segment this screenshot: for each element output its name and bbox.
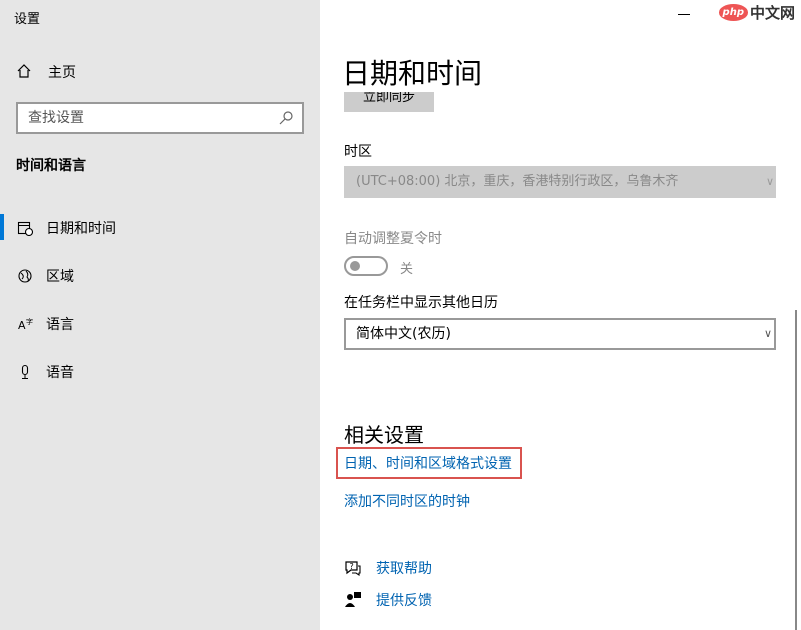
chevron-down-icon: ∨ — [765, 175, 774, 188]
sync-now-button[interactable]: 立即同步 — [344, 92, 434, 112]
search-input[interactable] — [18, 104, 258, 132]
dst-toggle[interactable] — [344, 256, 388, 276]
main-content: php 中文网 日期和时间 立即同步 时区 (UTC+08:00) 北京，重庆，… — [320, 0, 801, 630]
chevron-down-icon: ∨ — [763, 327, 772, 340]
timezone-value: (UTC+08:00) 北京，重庆，香港特别行政区，乌鲁木齐 — [356, 174, 679, 189]
app-title: 设置 — [14, 12, 41, 27]
sidebar-item-language[interactable]: A字 语言 — [0, 300, 320, 348]
page-title: 日期和时间 — [342, 57, 483, 90]
sidebar-item-label: 日期和时间 — [46, 221, 116, 237]
section-title: 时间和语言 — [16, 158, 86, 174]
language-icon: A字 — [16, 315, 34, 333]
get-help-link[interactable]: ? 获取帮助 — [344, 558, 432, 578]
related-settings-title: 相关设置 — [344, 423, 424, 447]
dst-label: 自动调整夏令时 — [344, 231, 442, 247]
calendar-value: 简体中文(农历) — [356, 326, 451, 342]
minimize-button[interactable] — [678, 6, 692, 20]
sidebar-item-label: 语音 — [46, 365, 74, 381]
feedback-label: 提供反馈 — [376, 593, 432, 609]
search-box[interactable] — [16, 102, 304, 134]
date-time-region-format-link[interactable]: 日期、时间和区域格式设置 — [344, 453, 512, 473]
sidebar-item-speech[interactable]: 语音 — [0, 348, 320, 396]
add-clocks-link[interactable]: 添加不同时区的时钟 — [344, 491, 470, 511]
sidebar-item-label: 区域 — [46, 269, 74, 285]
globe-icon — [16, 267, 34, 285]
sidebar-item-region[interactable]: 区域 — [0, 252, 320, 300]
home-icon — [16, 63, 34, 81]
svg-text:?: ? — [350, 562, 354, 571]
calendar-label: 在任务栏中显示其他日历 — [344, 295, 498, 311]
svg-text:A: A — [18, 319, 26, 332]
scrollbar[interactable] — [795, 310, 797, 630]
watermark: php 中文网 — [718, 2, 795, 23]
php-badge: php — [718, 4, 748, 21]
search-icon[interactable] — [278, 110, 294, 126]
microphone-icon — [16, 363, 34, 381]
get-help-label: 获取帮助 — [376, 561, 432, 577]
watermark-text: 中文网 — [749, 4, 795, 22]
home-nav-item[interactable]: 主页 — [16, 62, 76, 82]
timezone-select[interactable]: (UTC+08:00) 北京，重庆，香港特别行政区，乌鲁木齐 ∨ — [344, 166, 776, 198]
help-chat-icon: ? — [344, 559, 362, 577]
calendar-clock-icon — [16, 219, 34, 237]
timezone-label: 时区 — [344, 144, 372, 160]
dst-toggle-state: 关 — [400, 262, 414, 277]
home-label: 主页 — [48, 65, 76, 81]
feedback-link[interactable]: 提供反馈 — [344, 590, 432, 610]
svg-text:字: 字 — [26, 317, 33, 326]
sidebar-item-date-time[interactable]: 日期和时间 — [0, 204, 320, 252]
calendar-select[interactable]: 简体中文(农历) ∨ — [344, 318, 776, 350]
feedback-icon — [344, 591, 362, 609]
sidebar: 设置 主页 时间和语言 日期和时间 区域 A字 语 — [0, 0, 320, 630]
sidebar-nav: 日期和时间 区域 A字 语言 语音 — [0, 204, 320, 396]
sidebar-item-label: 语言 — [46, 317, 74, 333]
